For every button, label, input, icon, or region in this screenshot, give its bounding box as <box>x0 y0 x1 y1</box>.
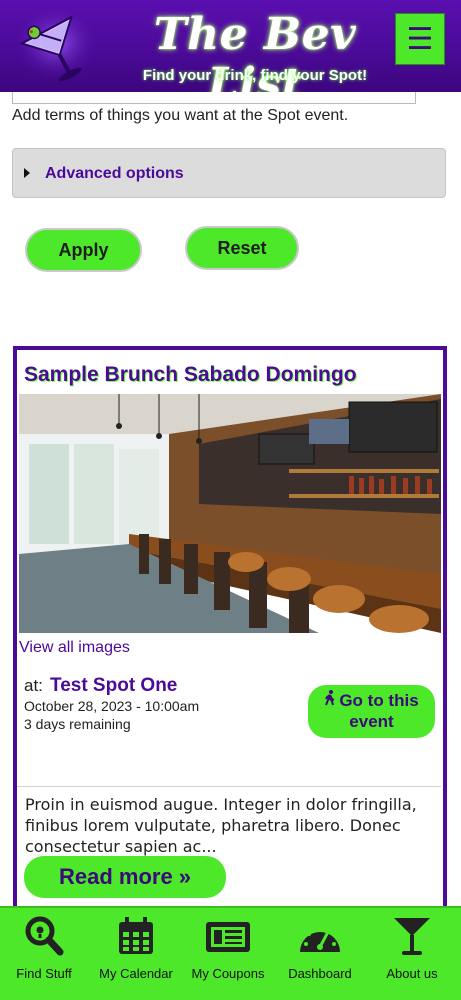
nav-label-calendar: My Calendar <box>99 966 173 981</box>
nav-dashboard[interactable]: Dashboard <box>276 908 364 1000</box>
event-photo[interactable] <box>19 394 441 633</box>
bottom-nav: Find Stuff My Calendar My Coupons Dashbo… <box>0 906 461 1000</box>
card-divider <box>17 786 441 787</box>
at-label: at: <box>24 676 43 695</box>
go-to-event-button[interactable]: Go to this event <box>308 685 435 738</box>
nav-label-find: Find Stuff <box>16 966 72 981</box>
apply-button[interactable]: Apply <box>25 228 142 272</box>
hamburger-menu-icon: ☰ <box>406 22 434 56</box>
go-to-event-label: Go to this event <box>339 691 419 731</box>
nav-label-coupons: My Coupons <box>191 966 265 981</box>
event-title[interactable]: Sample Brunch Sabado Domingo <box>24 362 357 388</box>
nav-find-stuff[interactable]: Find Stuff <box>0 908 88 1000</box>
brand-tagline: Find your drink, find your Spot! <box>142 67 368 84</box>
advanced-options-label: Advanced options <box>45 165 184 182</box>
event-description: Proin in euismod augue. Integer in dolor… <box>25 795 417 856</box>
view-all-images-link[interactable]: View all images <box>19 639 130 657</box>
nav-about-us[interactable]: About us <box>368 908 456 1000</box>
nav-my-calendar[interactable]: My Calendar <box>92 908 180 1000</box>
walking-icon <box>324 690 336 711</box>
read-more-button[interactable]: Read more » <box>24 856 226 898</box>
martini-logo-icon[interactable] <box>14 8 98 86</box>
days-remaining: 3 days remaining <box>24 716 131 732</box>
advanced-options-toggle[interactable]: Advanced options <box>12 148 446 198</box>
search-icon <box>25 916 64 956</box>
nav-label-dashboard: Dashboard <box>288 966 352 981</box>
hamburger-menu-button[interactable]: ☰ <box>395 13 445 65</box>
nav-my-coupons[interactable]: My Coupons <box>184 908 272 1000</box>
search-terms-input[interactable] <box>12 92 416 104</box>
disclosure-triangle-icon <box>24 168 30 178</box>
reset-button[interactable]: Reset <box>185 226 299 270</box>
event-date: October 28, 2023 - 10:00am <box>24 698 200 714</box>
dashboard-gauge-icon <box>300 925 340 952</box>
app-header: The Bev List Find your drink, find your … <box>0 0 461 110</box>
calendar-icon <box>119 917 153 954</box>
coupons-icon <box>206 922 250 952</box>
martini-icon <box>394 918 430 955</box>
search-help-text: Add terms of things you want at the Spot… <box>12 107 349 124</box>
spot-name-link[interactable]: Test Spot One <box>50 675 177 697</box>
nav-label-about: About us <box>386 966 438 981</box>
